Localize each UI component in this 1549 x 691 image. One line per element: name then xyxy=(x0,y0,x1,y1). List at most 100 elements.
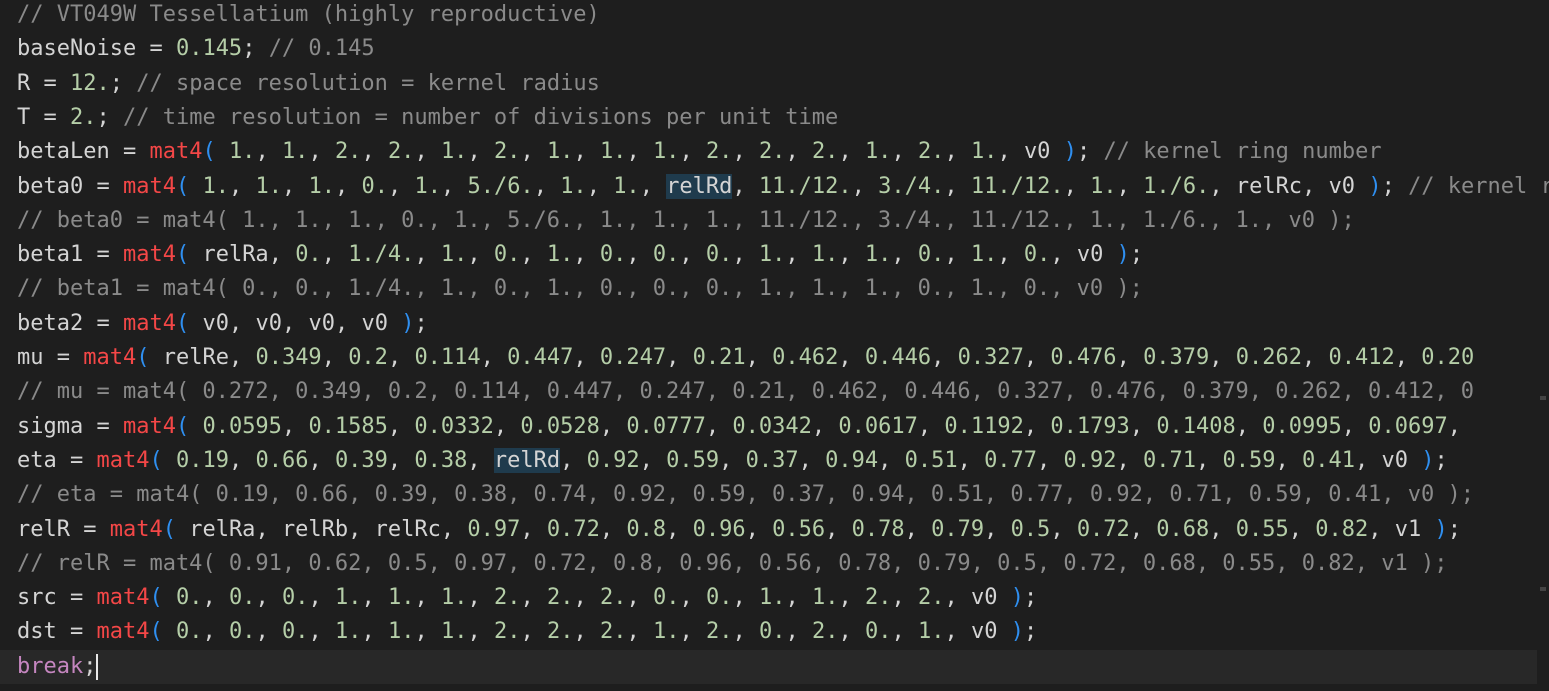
punctuation: ; xyxy=(1023,585,1038,611)
punctuation: , xyxy=(573,242,600,268)
identifier: betaLen = xyxy=(17,139,150,165)
punctuation xyxy=(176,517,189,542)
code-comment: // VT049W Tessellatium (highly reproduct… xyxy=(17,2,600,27)
number-literal: 0.1408 xyxy=(1156,413,1236,439)
punctuation: , xyxy=(560,447,587,473)
punctuation xyxy=(388,311,401,336)
highlighted-identifier: relRd xyxy=(493,447,561,473)
punctuation: , xyxy=(440,516,468,542)
punctuation: , xyxy=(308,585,335,611)
punctuation xyxy=(1421,517,1434,542)
number-literal: 0. xyxy=(705,585,733,611)
punctuation: , xyxy=(480,345,508,370)
identifier: v0 xyxy=(1076,242,1104,268)
punctuation: , xyxy=(387,413,415,439)
number-literal: 2. xyxy=(917,585,945,611)
number-literal: 1. xyxy=(387,585,415,611)
vertical-scrollbar[interactable] xyxy=(1537,0,1549,691)
code-line[interactable]: beta0 = mat4( 1., 1., 1., 0., 1., 5./6.,… xyxy=(17,172,1549,202)
punctuation: , xyxy=(732,242,759,268)
punctuation: , xyxy=(957,447,985,473)
punctuation: , xyxy=(533,173,561,199)
code-line[interactable]: // beta0 = mat4( 1., 1., 1., 0., 1., 5./… xyxy=(17,206,1355,236)
code-line[interactable]: eta = mat4( 0.19, 0.66, 0.39, 0.38, relR… xyxy=(17,446,1448,476)
punctuation: , xyxy=(1368,516,1395,542)
punctuation: , xyxy=(520,585,547,611)
punctuation: , xyxy=(1209,516,1236,542)
code-line[interactable]: // mu = mat4( 0.272, 0.349, 0.2, 0.114, … xyxy=(17,377,1474,407)
punctuation: , xyxy=(1050,516,1077,542)
code-line[interactable]: // relR = mat4( 0.91, 0.62, 0.5, 0.97, 0… xyxy=(17,549,1447,579)
number-literal: 1. xyxy=(281,139,309,165)
code-line[interactable]: // eta = mat4( 0.19, 0.66, 0.39, 0.38, 0… xyxy=(17,480,1474,510)
punctuation: , xyxy=(944,619,971,645)
number-literal: 0.59 xyxy=(666,447,720,473)
number-literal: 1. xyxy=(334,619,362,645)
code-editor[interactable]: // VT049W Tessellatium (highly reproduct… xyxy=(0,0,1549,691)
punctuation: , xyxy=(255,139,282,165)
identifier: v0 xyxy=(970,585,998,611)
punctuation: , xyxy=(997,242,1024,268)
number-literal: 0. xyxy=(228,619,256,645)
number-literal: 0.92 xyxy=(586,447,640,473)
punctuation: , xyxy=(1209,345,1236,370)
code-line[interactable]: T = 2.; // time resolution = number of d… xyxy=(17,103,838,133)
number-literal: 1. xyxy=(599,139,627,165)
function-name: mat4 xyxy=(122,310,176,336)
code-line[interactable]: relR = mat4( relRa, relRb, relRc, 0.97, … xyxy=(17,515,1461,545)
number-literal: 1. xyxy=(414,173,441,199)
code-line[interactable]: beta2 = mat4( v0, v0, v0, v0 ); xyxy=(17,309,428,339)
number-literal: 0. xyxy=(228,585,256,611)
punctuation xyxy=(1103,242,1116,267)
paren: ) xyxy=(1434,516,1448,542)
punctuation xyxy=(1355,174,1368,199)
identifier: v0 xyxy=(361,310,388,336)
code-line[interactable]: beta1 = mat4( relRa, 0., 1./4., 1., 0., … xyxy=(17,240,1143,270)
code-line[interactable]: baseNoise = 0.145; // 0.145 xyxy=(17,34,375,64)
number-literal: 2. xyxy=(334,139,362,165)
punctuation: , xyxy=(931,345,958,370)
identifier: mu = xyxy=(17,345,84,370)
number-literal: 2. xyxy=(811,139,839,165)
identifier: relRe xyxy=(162,345,229,370)
punctuation xyxy=(1408,448,1421,473)
code-line[interactable]: // beta1 = mat4( 0., 0., 1./4., 1., 0., … xyxy=(17,274,1143,304)
punctuation: , xyxy=(321,345,349,370)
punctuation: , xyxy=(944,173,971,199)
code-line[interactable]: R = 12.; // space resolution = kernel ra… xyxy=(17,69,600,99)
punctuation: , xyxy=(467,242,494,268)
punctuation: , xyxy=(732,139,759,165)
number-literal: 0. xyxy=(917,242,945,268)
number-literal: 0. xyxy=(281,619,309,645)
identifier: dst = xyxy=(17,619,97,645)
code-line[interactable]: sigma = mat4( 0.0595, 0.1585, 0.0332, 0.… xyxy=(17,412,1461,442)
punctuation: , xyxy=(1196,447,1223,473)
identifier: v0 xyxy=(202,310,229,336)
number-literal: 0.1585 xyxy=(308,413,388,439)
identifier: relRa xyxy=(189,516,256,542)
punctuation: ; xyxy=(242,36,269,62)
number-literal: 0.21 xyxy=(692,345,746,370)
code-comment: // eta = mat4( 0.19, 0.66, 0.39, 0.38, 0… xyxy=(17,482,1474,508)
number-literal: 0.72 xyxy=(1076,516,1130,542)
identifier: v0 xyxy=(308,310,335,336)
punctuation: , xyxy=(1129,413,1157,439)
code-line[interactable]: dst = mat4( 0., 0., 0., 1., 1., 1., 2., … xyxy=(17,617,1037,647)
code-line[interactable]: // VT049W Tessellatium (highly reproduct… xyxy=(17,0,600,30)
code-line[interactable]: break; xyxy=(17,652,99,682)
punctuation: , xyxy=(520,139,547,165)
number-literal: 1. xyxy=(202,173,229,199)
punctuation: , xyxy=(467,585,494,611)
punctuation: , xyxy=(838,139,865,165)
code-line[interactable]: betaLen = mat4( 1., 1., 2., 2., 1., 2., … xyxy=(17,137,1382,167)
code-line[interactable]: mu = mat4( relRe, 0.349, 0.2, 0.114, 0.4… xyxy=(17,343,1474,373)
code-line[interactable]: src = mat4( 0., 0., 0., 1., 1., 1., 2., … xyxy=(17,583,1037,613)
text-cursor xyxy=(96,653,99,680)
number-literal: 0.92 xyxy=(1063,447,1117,473)
number-literal: 1. xyxy=(334,585,362,611)
punctuation: , xyxy=(785,619,812,645)
number-literal: 2. xyxy=(758,139,786,165)
number-literal: 2. xyxy=(705,139,733,165)
number-literal: 0.327 xyxy=(957,345,1024,370)
punctuation: , xyxy=(387,173,415,199)
